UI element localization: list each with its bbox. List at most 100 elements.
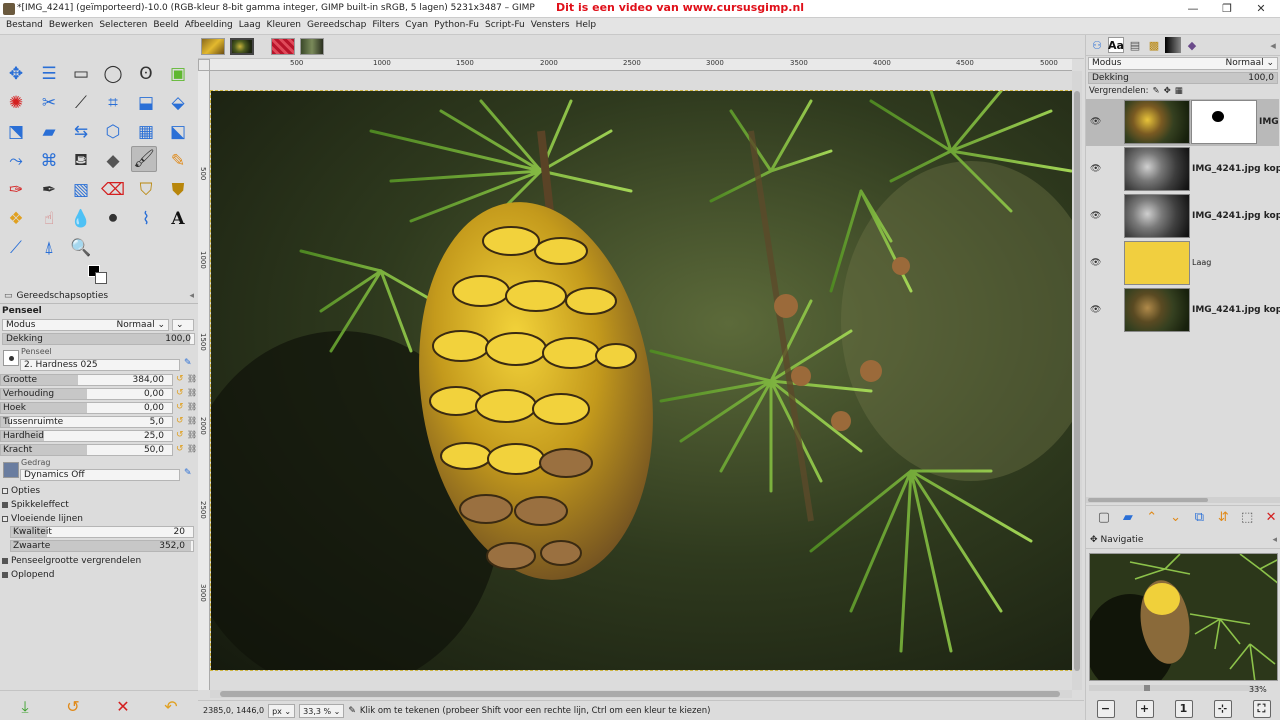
flip-tool-icon[interactable]: ⇆ (68, 119, 94, 145)
link-dynamics-icon[interactable]: ⛓ (187, 444, 197, 453)
zoom-select[interactable]: 33,3 % ⌄ (299, 703, 345, 718)
menu-afbeelding[interactable]: Afbeelding (182, 18, 236, 34)
close-window-button[interactable]: ✕ (1246, 1, 1276, 17)
smudge-tool-icon[interactable]: ☝ (36, 206, 62, 232)
duplicate-layer-icon[interactable]: ⧉ (1190, 508, 1210, 528)
lock-pixels-icon[interactable]: ✎ (1153, 86, 1160, 96)
link-dynamics-icon[interactable]: ⛓ (187, 416, 197, 425)
foreground-select-icon[interactable]: ⟋ (68, 90, 94, 116)
menu-python-fu[interactable]: Python-Fu (431, 18, 482, 34)
mode-extra-select[interactable]: ⌄ (172, 319, 194, 331)
gradient-tab-icon[interactable] (1165, 37, 1181, 53)
background-color[interactable] (95, 272, 107, 284)
menu-filters[interactable]: Filters (369, 18, 402, 34)
grid-transform-icon[interactable]: ▦ (133, 119, 159, 145)
select-by-color-icon[interactable]: ✺ (3, 90, 29, 116)
ruler-corner[interactable] (198, 59, 210, 71)
opacity-slider[interactable]: Dekking 100,0 (2, 333, 195, 345)
image-tab-2[interactable] (230, 38, 254, 55)
dynamics-icon[interactable] (3, 462, 19, 478)
reset-slider-icon[interactable]: ↺ (176, 402, 184, 412)
brushes-tab-icon[interactable]: ◆ (1184, 37, 1200, 53)
dynamics-name[interactable]: Dynamics Off (20, 469, 180, 481)
measure-tool-icon[interactable]: ⍋ (36, 235, 62, 261)
navigation-preview[interactable] (1089, 553, 1278, 681)
restore-options-icon[interactable]: ↺ (62, 697, 84, 717)
cage-transform-icon[interactable]: ⬕ (165, 119, 191, 145)
vertical-ruler[interactable]: 500 1000 1500 2000 2500 3000 (198, 71, 210, 690)
brush-slider[interactable]: Grootte 384,00 (0, 374, 173, 386)
link-dynamics-icon[interactable]: ⛓ (187, 430, 197, 439)
navigation-zoom-slider[interactable] (1089, 685, 1259, 691)
menu-vensters[interactable]: Vensters (528, 18, 573, 34)
link-dynamics-icon[interactable]: ⛓ (187, 388, 197, 397)
gradient-tool-icon[interactable]: ◆ (100, 148, 126, 174)
fill-window-icon[interactable]: ⛶ (1252, 699, 1271, 718)
brush-slider[interactable]: Kracht 50,0 (0, 444, 173, 456)
reset-slider-icon[interactable]: ↺ (176, 416, 184, 426)
layer-opacity-slider[interactable]: Dekking 100,0 (1088, 72, 1278, 84)
maximize-button[interactable]: ❐ (1212, 1, 1242, 17)
lock-position-icon[interactable]: ✥ (1164, 86, 1171, 96)
smoothing-slider[interactable]: Kwaliteit 20 (10, 526, 194, 538)
vertical-scroll-thumb[interactable] (1074, 91, 1080, 671)
option-lock-brush-size[interactable]: Penseelgrootte vergrendelen (0, 554, 198, 568)
color-picker-icon[interactable]: ⟋ (3, 235, 29, 261)
brush-slider[interactable]: Hardheid 25,0 (0, 430, 173, 442)
spikkeleffect-checkbox[interactable] (2, 502, 8, 508)
new-layer-group-icon[interactable]: ▰ (1118, 508, 1138, 528)
brush-name[interactable]: 2. Hardness 025 (20, 359, 180, 371)
dock-menu-icon[interactable]: ◂ (1265, 37, 1280, 53)
move-tool-icon[interactable]: ✥ (3, 61, 29, 87)
layer-row[interactable]: 👁 IMG_4241.jpg kopi (1086, 193, 1280, 240)
edit-dynamics-icon[interactable]: ✎ (184, 468, 192, 478)
menu-bestand[interactable]: Bestand (3, 18, 46, 34)
device-status-tab-icon[interactable]: ⚇ (1089, 37, 1105, 53)
perspective-clone-icon[interactable]: ❖ (3, 206, 29, 232)
warp-transform-icon[interactable]: ⬙ (165, 90, 191, 116)
pencil-tool-icon[interactable]: ✎ (165, 148, 191, 174)
menu-help[interactable]: Help (573, 18, 600, 34)
navigation-zoom-handle[interactable] (1144, 685, 1150, 691)
unit-select[interactable]: px ⌄ (268, 703, 296, 718)
lock-alpha-icon[interactable]: ▦ (1175, 86, 1183, 96)
lock-brush-size-checkbox[interactable] (2, 558, 8, 564)
unified-transform-icon[interactable]: ⬓ (133, 90, 159, 116)
opties-checkbox[interactable] (2, 488, 8, 494)
raise-layer-icon[interactable]: ⌃ (1142, 508, 1162, 528)
menu-kleuren[interactable]: Kleuren (264, 18, 304, 34)
reset-slider-icon[interactable]: ↺ (176, 430, 184, 440)
panel-menu-icon[interactable]: ◂ (189, 291, 194, 301)
clone-tool-icon[interactable]: ⛉ (133, 177, 159, 203)
warp-icon[interactable]: ⤳ (3, 148, 29, 174)
option-oplopend[interactable]: Oplopend (0, 568, 198, 582)
layer-mode-select[interactable]: Modus Normaal ⌄ (1088, 57, 1278, 70)
menu-selecteren[interactable]: Selecteren (96, 18, 150, 34)
visibility-eye-icon[interactable]: 👁 (1090, 211, 1101, 221)
bucket-fill-icon[interactable]: ⛾ (68, 148, 94, 174)
link-dynamics-icon[interactable]: ⛓ (187, 374, 197, 383)
shear-tool-icon[interactable]: ▰ (36, 119, 62, 145)
layer-row[interactable]: 👁 IMG_4241.jpg kopi (1086, 287, 1280, 334)
text-tool-icon[interactable]: A (165, 206, 191, 232)
menu-laag[interactable]: Laag (236, 18, 264, 34)
menu-bewerken[interactable]: Bewerken (46, 18, 96, 34)
reset-options-icon[interactable]: ↶ (160, 697, 182, 717)
document-history-tab-icon[interactable]: ▤ (1127, 37, 1143, 53)
blur-sharpen-icon[interactable]: 💧 (68, 206, 94, 232)
fonts-tab-icon[interactable]: Aa (1108, 37, 1124, 53)
zoom-out-icon[interactable]: − (1096, 699, 1115, 718)
oplopend-checkbox[interactable] (2, 572, 8, 578)
perspective-tool-icon[interactable]: ⬡ (100, 119, 126, 145)
zoom-in-icon[interactable]: + (1135, 699, 1154, 718)
reset-slider-icon[interactable]: ↺ (176, 444, 184, 454)
scissors-icon[interactable]: ✂ (36, 90, 62, 116)
zoom-tool-icon[interactable]: 🔍 (68, 235, 94, 261)
layer-row[interactable]: 👁 IMG (1086, 99, 1279, 146)
fuzzy-select-icon[interactable]: ▣ (165, 61, 191, 87)
edit-brush-icon[interactable]: ✎ (184, 358, 192, 368)
dodge-burn-icon[interactable]: ⚫ (100, 206, 126, 232)
paintbrush-tool-icon[interactable]: 🖌 (131, 146, 157, 172)
rect-select-icon[interactable]: ▭ (68, 61, 94, 87)
ink-tool-icon[interactable]: ✒ (36, 177, 62, 203)
